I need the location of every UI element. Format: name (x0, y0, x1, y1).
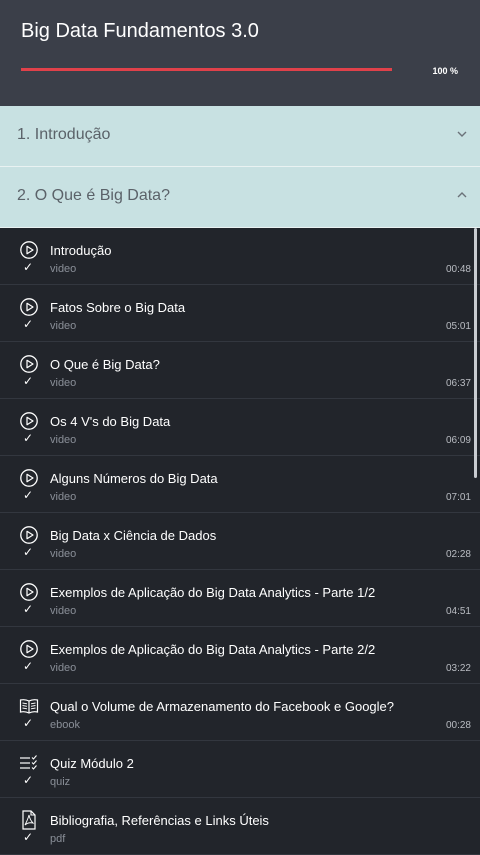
lesson-type: video (50, 377, 77, 389)
lesson-title: Big Data x Ciência de Dados (50, 528, 217, 543)
lesson-duration: 06:37 (445, 378, 471, 389)
completed-check-icon: ✓ (23, 374, 34, 388)
lesson-duration: 05:01 (445, 321, 471, 332)
lesson-row[interactable]: ✓ Quiz Módulo 2 quiz (0, 741, 480, 798)
lesson-row[interactable]: ✓ Os 4 V's do Big Data video 06:09 (0, 399, 480, 456)
lesson-title: Bibliografia, Referências e Links Úteis (50, 813, 269, 828)
lesson-type: video (50, 434, 77, 446)
completed-check-icon: ✓ (23, 317, 34, 331)
play-circle-icon (19, 582, 39, 602)
play-circle-icon (19, 297, 39, 317)
lesson-row[interactable]: ✓ Alguns Números do Big Data video 07:01 (0, 456, 480, 513)
completed-check-icon: ✓ (23, 602, 34, 616)
lesson-title: Fatos Sobre o Big Data (50, 300, 186, 315)
completed-check-icon: ✓ (23, 716, 34, 730)
completed-check-icon: ✓ (23, 260, 34, 274)
completed-check-icon: ✓ (23, 431, 34, 445)
lesson-row[interactable]: ✓ Exemplos de Aplicação do Big Data Analy… (0, 627, 480, 684)
lesson-duration: 02:28 (445, 549, 471, 560)
lesson-row[interactable]: ✓ Big Data x Ciência de Dados video 02:28 (0, 513, 480, 570)
completed-check-icon: ✓ (23, 659, 34, 673)
lesson-title: Quiz Módulo 2 (50, 756, 134, 771)
completed-check-icon: ✓ (23, 545, 34, 559)
lesson-type: video (50, 263, 77, 275)
lesson-title: Exemplos de Aplicação do Big Data Analyt… (50, 642, 376, 657)
completed-check-icon: ✓ (23, 830, 34, 844)
lesson-title: Alguns Números do Big Data (50, 471, 218, 486)
play-circle-icon (19, 525, 39, 545)
lesson-type: video (50, 491, 77, 503)
lesson-type: video (50, 320, 77, 332)
lesson-title: Os 4 V's do Big Data (50, 414, 171, 429)
play-circle-icon (19, 639, 39, 659)
section-title: 1. Introdução (17, 126, 111, 143)
lesson-row[interactable]: ✓ Qual o Volume de Armazenamento do Faceb… (0, 684, 480, 741)
lesson-duration: 07:01 (445, 492, 471, 503)
lesson-type: quiz (50, 776, 71, 788)
lesson-type: video (50, 548, 77, 560)
lesson-duration: 06:09 (445, 435, 471, 446)
lesson-title: O Que é Big Data? (50, 357, 160, 372)
quiz-list-icon (19, 753, 39, 773)
section-header-1[interactable]: 1. Introdução (0, 106, 480, 167)
lesson-duration: 03:22 (445, 663, 471, 674)
pdf-icon (19, 810, 39, 830)
lesson-row[interactable]: ✓ Exemplos de Aplicação do Big Data Analy… (0, 570, 480, 627)
section-header-2[interactable]: 2. O Que é Big Data? (0, 167, 480, 228)
lesson-type: video (50, 605, 77, 617)
course-title: Big Data Fundamentos 3.0 (21, 20, 259, 42)
play-circle-icon (19, 240, 39, 260)
lesson-duration: 04:51 (445, 606, 471, 617)
lesson-title: Qual o Volume de Armazenamento do Facebo… (50, 699, 394, 714)
lesson-type: video (50, 662, 77, 674)
lesson-type: pdf (50, 833, 66, 845)
chevron-down-icon (457, 131, 467, 137)
lesson-row[interactable]: ✓ O Que é Big Data? video 06:37 (0, 342, 480, 399)
play-circle-icon (19, 354, 39, 374)
completed-check-icon: ✓ (23, 488, 34, 502)
play-circle-icon (19, 468, 39, 488)
lesson-type: ebook (50, 719, 80, 731)
lesson-duration: 00:28 (445, 720, 471, 731)
lesson-title: Exemplos de Aplicação do Big Data Analyt… (50, 585, 376, 600)
lesson-title: Introdução (50, 243, 112, 258)
book-icon (19, 696, 39, 716)
lesson-list: ✓ Introdução video 00:48 ✓ Fatos Sobre o Big … (0, 228, 480, 855)
lesson-duration: 00:48 (445, 264, 471, 275)
lesson-row[interactable]: ✓ Fatos Sobre o Big Data video 05:01 (0, 285, 480, 342)
course-header: Big Data Fundamentos 3.0 100 % (0, 0, 480, 106)
progress-bar-fill (21, 68, 392, 71)
lesson-row[interactable]: ✓ Bibliografia, Referências e Links Úteis… (0, 798, 480, 855)
scrollbar[interactable] (474, 228, 477, 478)
lesson-row[interactable]: ✓ Introdução video 00:48 (0, 228, 480, 285)
section-title: 2. O Que é Big Data? (17, 187, 170, 204)
play-circle-icon (19, 411, 39, 431)
progress-label: 100 % (432, 66, 458, 76)
progress-bar (21, 68, 392, 71)
chevron-up-icon (457, 192, 467, 198)
completed-check-icon: ✓ (23, 773, 34, 787)
